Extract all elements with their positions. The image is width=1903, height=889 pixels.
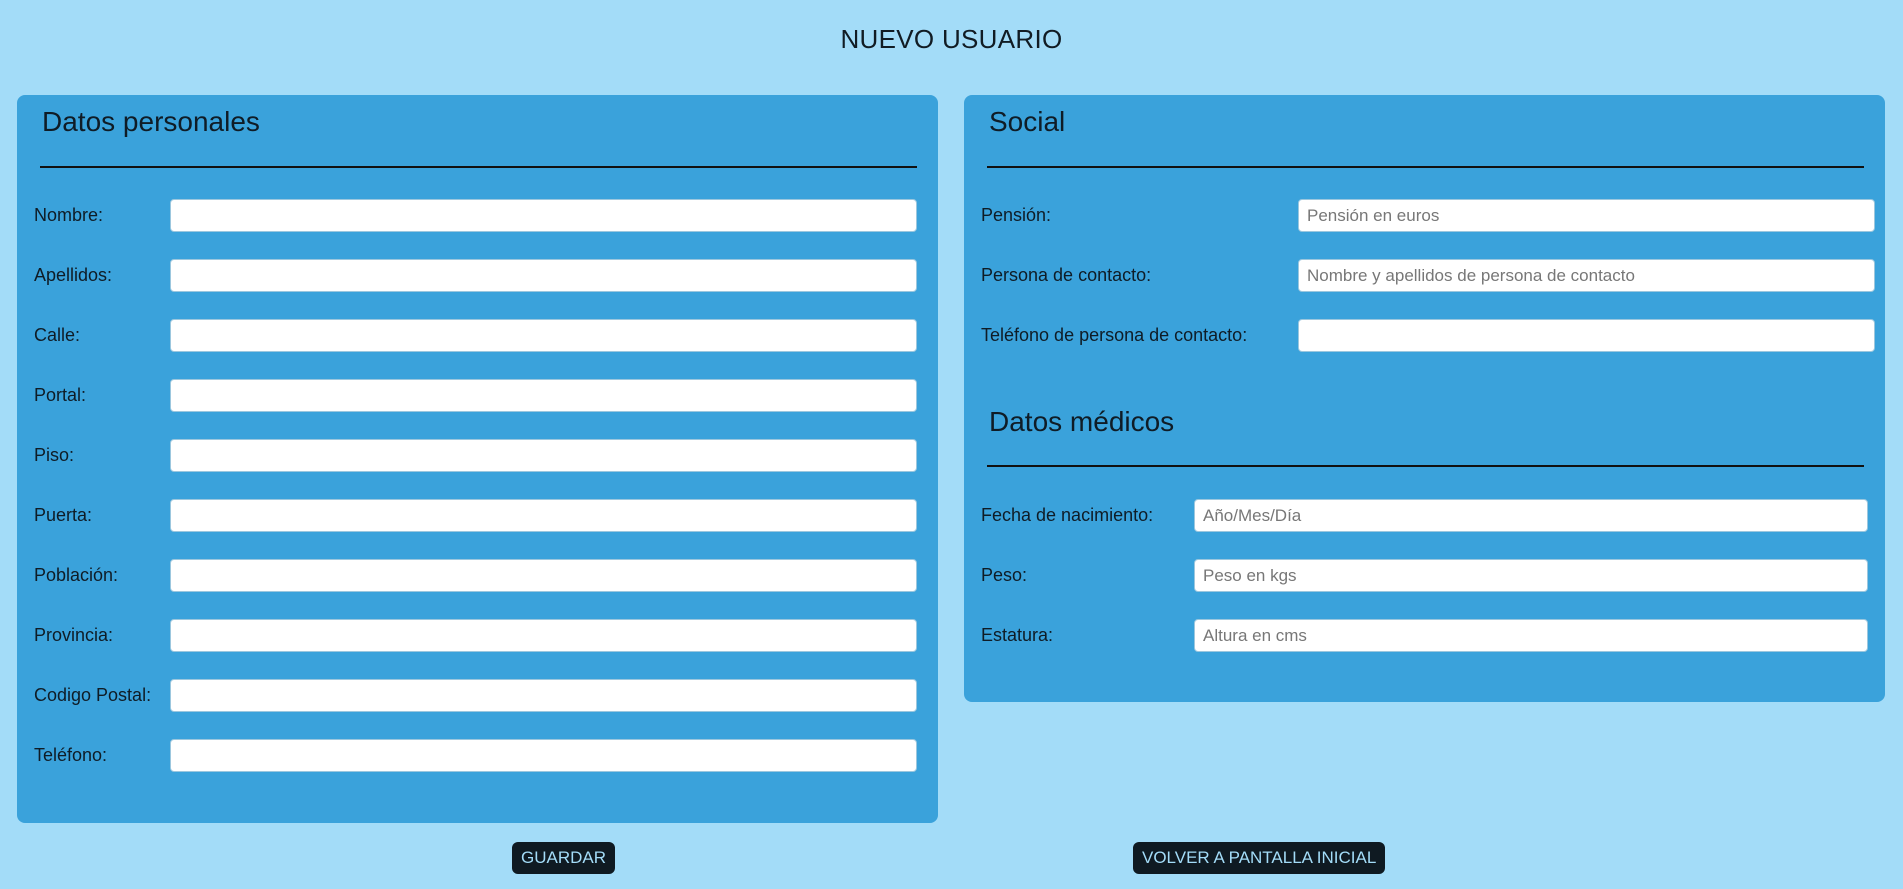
height-input[interactable] (1194, 619, 1868, 652)
nombre-input[interactable] (170, 199, 917, 232)
contact-phone-label: Teléfono de persona de contacto: (981, 325, 1248, 345)
birth-date-input[interactable] (1194, 499, 1868, 532)
personal-data-heading: Datos personales (42, 106, 260, 137)
nombre-label: Nombre: (34, 205, 104, 225)
apellidos-label: Apellidos: (34, 265, 113, 285)
puerta-input[interactable] (170, 499, 917, 532)
poblacion-input[interactable] (170, 559, 917, 592)
page-title: NUEVO USUARIO (840, 24, 1063, 54)
save-button[interactable]: GUARDAR (512, 842, 616, 874)
medical-heading: Datos médicos (989, 406, 1175, 437)
personal-data-panel: Datos personales Nombre: Apellidos: Call… (17, 95, 938, 823)
apellidos-input[interactable] (170, 259, 917, 292)
piso-label: Piso: (34, 445, 75, 465)
contact-phone-input[interactable] (1298, 319, 1875, 352)
codigo-postal-input[interactable] (170, 679, 917, 712)
provincia-label: Provincia: (34, 625, 114, 645)
weight-input[interactable] (1194, 559, 1868, 592)
height-label: Estatura: (981, 625, 1054, 645)
weight-label: Peso: (981, 565, 1028, 585)
calle-input[interactable] (170, 319, 917, 352)
portal-input[interactable] (170, 379, 917, 412)
contact-person-label: Persona de contacto: (981, 265, 1152, 285)
telefono-label: Teléfono: (34, 745, 108, 765)
telefono-input[interactable] (170, 739, 917, 772)
social-divider (987, 166, 1864, 168)
puerta-label: Puerta: (34, 505, 93, 525)
poblacion-label: Población: (34, 565, 119, 585)
contact-person-input[interactable] (1298, 259, 1875, 292)
social-heading: Social (989, 106, 1066, 137)
pension-label: Pensión: (981, 205, 1052, 225)
calle-label: Calle: (34, 325, 81, 345)
social-medical-panel: Social Pensión: Persona de contacto: Tel… (964, 95, 1885, 702)
personal-data-divider (40, 166, 917, 168)
birth-date-label: Fecha de nacimiento: (981, 505, 1154, 525)
portal-label: Portal: (34, 385, 87, 405)
pension-input[interactable] (1298, 199, 1875, 232)
piso-input[interactable] (170, 439, 917, 472)
provincia-input[interactable] (170, 619, 917, 652)
codigo-postal-label: Codigo Postal: (34, 685, 152, 705)
back-to-home-button[interactable]: VOLVER A PANTALLA INICIAL (1133, 842, 1386, 874)
medical-divider (987, 465, 1864, 467)
